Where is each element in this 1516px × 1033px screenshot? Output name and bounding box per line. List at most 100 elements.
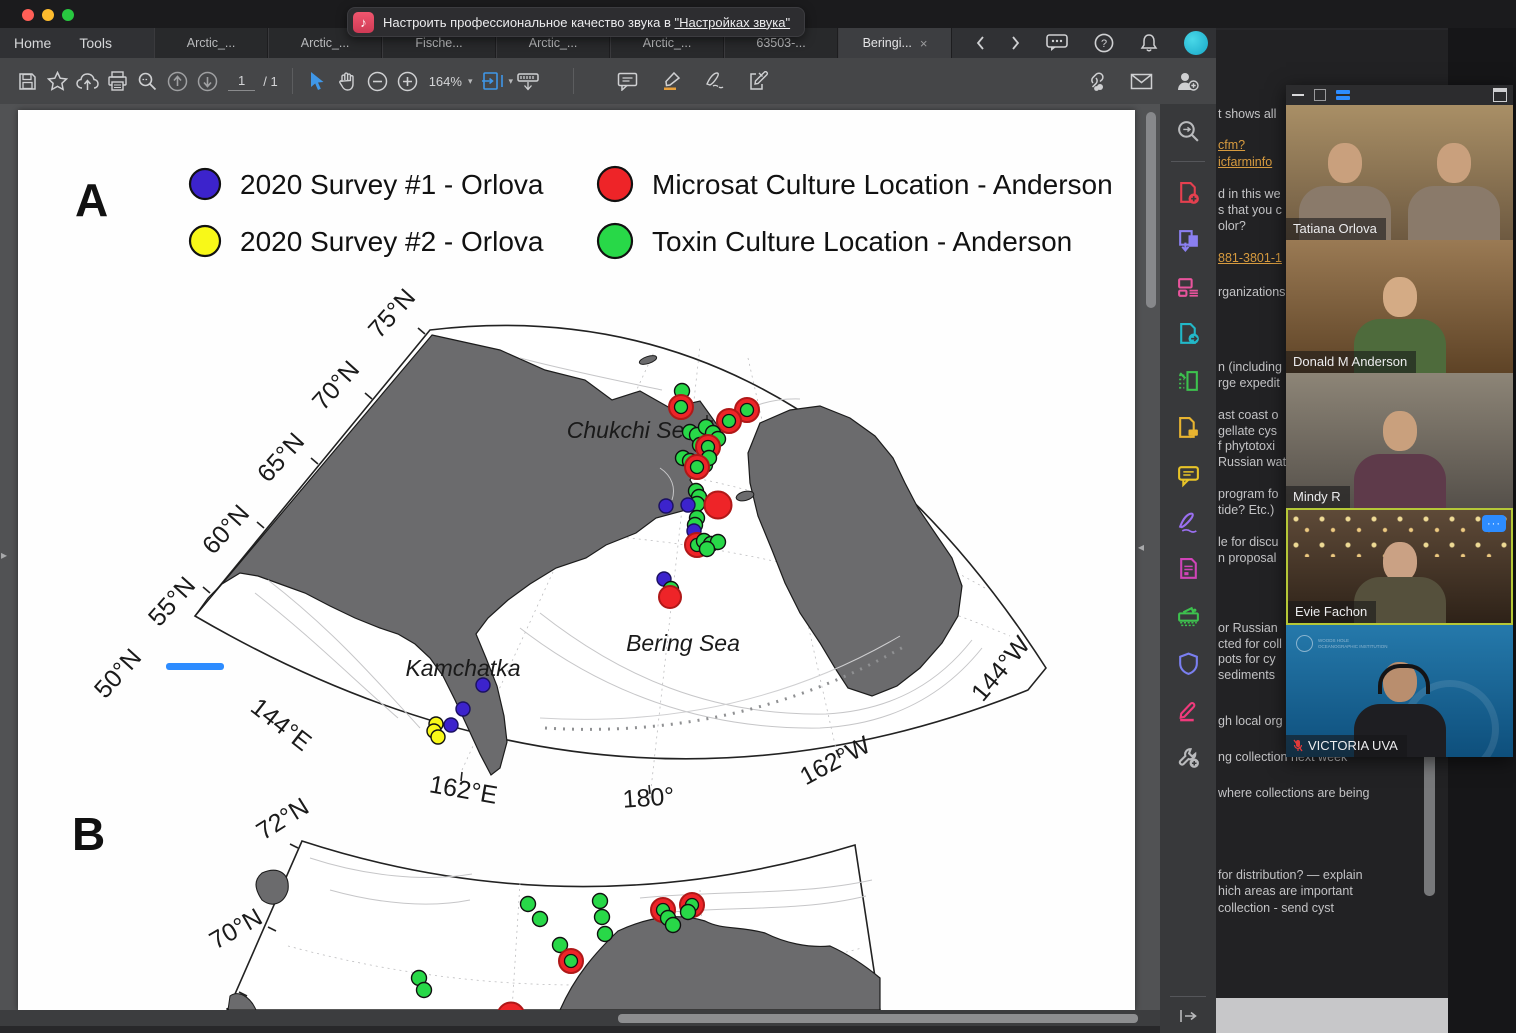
export-pdf-icon[interactable] [1171, 317, 1205, 351]
participant-name: Donald M Anderson [1286, 351, 1416, 373]
panel-b-label: B [72, 808, 105, 860]
comment-tool-icon[interactable] [1171, 458, 1205, 492]
page-display-icon[interactable] [513, 66, 543, 96]
svg-text:180°: 180° [622, 782, 676, 814]
note-link-fragment[interactable]: icfarminfo [1218, 155, 1272, 169]
participant-tile-1[interactable]: Donald M Anderson [1286, 240, 1513, 373]
combine-files-icon[interactable] [1171, 223, 1205, 257]
next-tab-icon[interactable] [1011, 36, 1020, 50]
more-tools-icon[interactable] [1171, 740, 1205, 774]
hand-tool-icon[interactable] [333, 66, 363, 96]
pdf-horizontal-scrollbar[interactable] [618, 1014, 1138, 1023]
note-text-fragment: s that you c [1218, 203, 1282, 217]
acrobat-tools-panel [1160, 104, 1216, 1033]
note-link-fragment[interactable]: 881-3801-1 [1218, 251, 1282, 265]
fill-sign-icon[interactable] [1171, 505, 1205, 539]
zoom-out-icon[interactable] [363, 66, 393, 96]
sign-icon[interactable] [700, 66, 730, 96]
participant-tile-3[interactable]: ··· Evie Fachon [1286, 508, 1513, 625]
note-text-fragment: sediments [1218, 668, 1275, 682]
search-tools-icon[interactable] [1171, 114, 1205, 148]
add-person-icon[interactable] [1172, 66, 1202, 96]
person-silhouette [1404, 143, 1504, 240]
zoom-in-icon[interactable] [393, 66, 423, 96]
cloud-upload-icon[interactable] [72, 66, 102, 96]
note-text-fragment: olor? [1218, 219, 1246, 233]
legend-marker-1 [190, 226, 220, 256]
participant-name: Tatiana Orlova [1286, 218, 1386, 240]
user-avatar[interactable] [1184, 31, 1208, 55]
pdf-vertical-scrollbar[interactable] [1146, 112, 1156, 308]
redact-icon[interactable] [1171, 693, 1205, 727]
vc-popout-icon[interactable] [1493, 88, 1507, 102]
tab-home[interactable]: Home [0, 28, 65, 58]
whoi-logo-icon [1296, 635, 1313, 652]
participant-name: Mindy R [1286, 486, 1350, 508]
participant-name: Evie Fachon [1288, 601, 1376, 623]
participant-tile-2[interactable]: Mindy R [1286, 373, 1513, 508]
participant-tile-0[interactable]: Tatiana Orlova [1286, 105, 1513, 240]
doc-tab-6[interactable]: Beringi...× [838, 28, 952, 58]
select-tool-icon[interactable] [303, 66, 333, 96]
email-icon[interactable] [1126, 66, 1156, 96]
previous-page-icon[interactable] [162, 66, 192, 96]
svg-text:50°N: 50°N [89, 644, 147, 704]
acrobat-window: Home Tools Arctic_...Arctic_...Fische...… [0, 28, 1216, 1033]
map-legend: 2020 Survey #1 - Orlova2020 Survey #2 - … [190, 167, 1113, 258]
share-link-icon[interactable] [1080, 66, 1110, 96]
vc-minimize-icon[interactable] [1292, 94, 1304, 96]
notifications-bell-icon[interactable] [1140, 33, 1158, 53]
organize-pages-icon[interactable] [1171, 270, 1205, 304]
fit-width-icon[interactable] [478, 66, 508, 96]
share-review-icon[interactable] [1171, 411, 1205, 445]
svg-text:Bering Sea: Bering Sea [626, 630, 740, 656]
close-window-button[interactable] [22, 9, 34, 21]
note-text-fragment: ast coast o [1218, 408, 1278, 422]
vc-gallery-view-icon[interactable] [1336, 90, 1350, 100]
print-icon[interactable] [102, 66, 132, 96]
audio-level-bar [166, 663, 224, 670]
tile-options-button[interactable]: ··· [1482, 515, 1506, 532]
participant-tile-4[interactable]: WOODS HOLE OCEANOGRAPHIC INSTITUTION VIC… [1286, 625, 1513, 757]
close-tab-icon[interactable]: × [920, 36, 928, 51]
pdf-page: 75°N70°N65°N60°N55°N50°N 144°E162°E180°1… [18, 110, 1135, 1010]
sound-settings-notification[interactable]: ♪ Настроить профессиональное качество зв… [347, 7, 805, 37]
zoom-caret-icon[interactable]: ▾ [468, 76, 473, 87]
help-icon[interactable]: ? [1094, 33, 1114, 53]
map-a: 75°N70°N65°N60°N55°N50°N 144°E162°E180°1… [89, 284, 1046, 814]
open-tools-pane-icon[interactable] [1179, 1009, 1197, 1023]
prev-tab-icon[interactable] [976, 36, 985, 50]
sound-settings-link[interactable]: "Настройках звука" [674, 15, 790, 30]
comment-icon[interactable] [612, 66, 642, 96]
minimize-window-button[interactable] [42, 9, 54, 21]
note-link-fragment[interactable]: cfm? [1218, 138, 1245, 152]
save-icon[interactable] [12, 66, 42, 96]
note-text-fragment: pots for cy [1218, 652, 1276, 666]
panel-a-label: A [75, 174, 108, 226]
prepare-form-icon[interactable] [1171, 552, 1205, 586]
participant-name: VICTORIA UVA [1286, 735, 1407, 757]
protect-icon[interactable] [1171, 646, 1205, 680]
fill-sign-icon[interactable] [744, 66, 774, 96]
maximize-window-button[interactable] [62, 9, 74, 21]
search-icon[interactable] [132, 66, 162, 96]
page-number-input[interactable]: 1 [228, 71, 255, 91]
svg-text:Kamchatka: Kamchatka [405, 655, 520, 681]
note-text-fragment: collection - send cyst [1218, 901, 1334, 915]
feedback-chat-icon[interactable] [1046, 34, 1068, 52]
left-panel-expand-icon[interactable]: ▸ [1, 548, 7, 562]
create-pdf-icon[interactable] [1171, 176, 1205, 210]
doc-tab-0[interactable]: Arctic_... [154, 28, 268, 58]
favorite-star-icon[interactable] [42, 66, 72, 96]
tab-tools[interactable]: Tools [65, 28, 126, 58]
note-text-fragment: cted for coll [1218, 637, 1282, 651]
vc-window-icon[interactable] [1314, 89, 1326, 101]
tools-panel-collapse-icon[interactable]: ◂ [1138, 540, 1144, 554]
zoom-level-value[interactable]: 164% [429, 74, 462, 89]
edit-pdf-icon[interactable] [1171, 364, 1205, 398]
scan-ocr-icon[interactable] [1171, 599, 1205, 633]
highlight-icon[interactable] [656, 66, 686, 96]
acrobat-window-bottom [0, 1026, 1216, 1033]
note-text-fragment: rganizations [1218, 285, 1285, 299]
next-page-icon[interactable] [192, 66, 222, 96]
